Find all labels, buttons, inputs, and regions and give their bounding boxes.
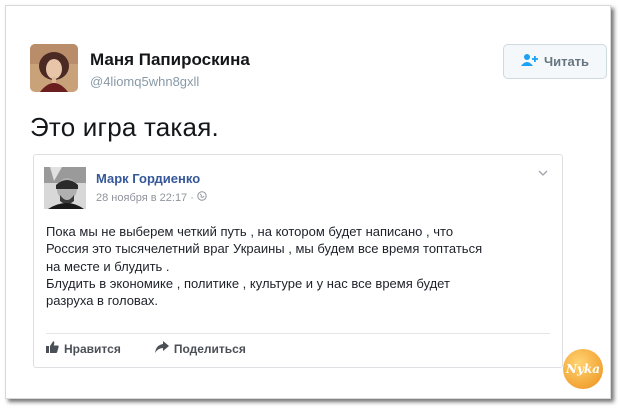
watermark-logo: Nyka	[563, 349, 603, 389]
share-label: Поделиться	[173, 341, 246, 356]
fb-author-name[interactable]: Марк Гордиенко	[96, 171, 200, 186]
like-button[interactable]: Нравится	[46, 341, 121, 356]
thumbs-up-icon	[46, 341, 59, 356]
fb-post-body: Пока мы не выберем четкий путь , на кото…	[46, 223, 551, 309]
like-label: Нравится	[64, 341, 121, 356]
divider	[46, 333, 550, 334]
chevron-down-icon[interactable]	[538, 167, 548, 179]
share-arrow-icon	[154, 341, 169, 356]
fb-body-line: разруха в головах.	[46, 293, 159, 309]
author-handle[interactable]: @4liomq5whn8gxll	[90, 74, 199, 89]
fb-avatar[interactable]	[44, 167, 86, 209]
fb-body-line: на месте и блудить .	[46, 258, 170, 274]
fb-post-meta: 28 ноября в 22:17 ·	[96, 191, 207, 204]
watermark-text: Nyka	[565, 362, 601, 376]
author-name[interactable]: Маня Папироскина	[90, 50, 250, 70]
meta-separator: ·	[190, 191, 194, 204]
add-user-icon	[520, 53, 539, 70]
fb-body-line: Пока мы не выберем четкий путь , на кото…	[46, 224, 454, 239]
fb-post-date[interactable]: 28 ноября в 22:17	[96, 192, 187, 204]
follow-label: Читать	[543, 54, 590, 69]
embedded-facebook-post[interactable]: Марк Гордиенко 28 ноября в 22:17 · Пока …	[33, 154, 563, 368]
fb-body-line: Россия это тысячелетний враг Украины , м…	[46, 241, 483, 257]
share-button[interactable]: Поделиться	[154, 341, 246, 356]
tweet-text: Это игра такая.	[30, 112, 219, 142]
follow-button[interactable]: Читать	[503, 44, 607, 79]
globe-icon	[197, 191, 207, 204]
avatar[interactable]	[30, 44, 78, 92]
screenshot-frame: Маня Папироскина @4liomq5whn8gxll Читать…	[5, 5, 611, 399]
fb-body-line: Блудить в экономике , политике , культур…	[46, 275, 450, 291]
fb-action-bar: Нравится Поделиться	[46, 341, 246, 356]
